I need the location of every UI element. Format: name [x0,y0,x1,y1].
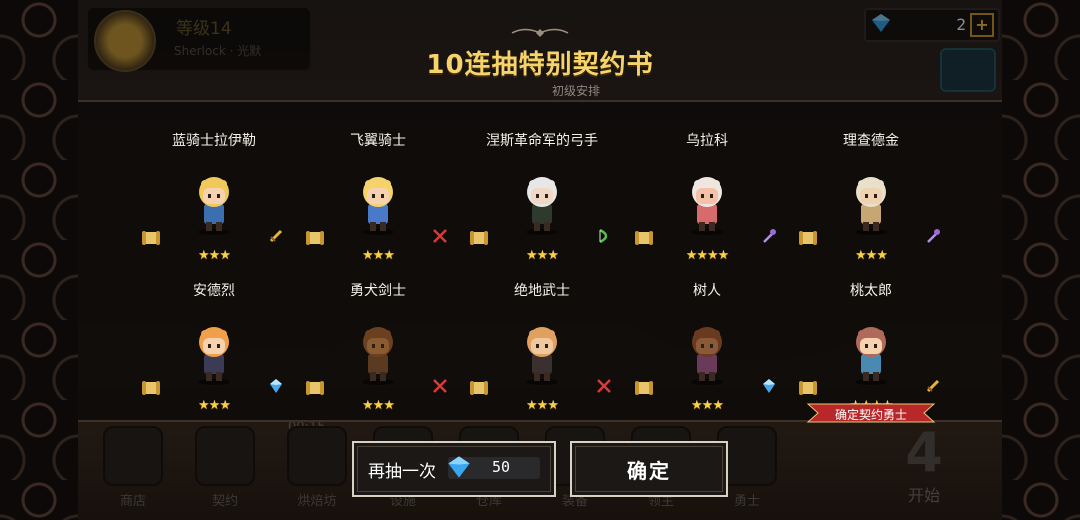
confirm-button[interactable]: 确定 [570,441,728,497]
hero-card[interactable]: 飞翼骑士 ★★★ [296,110,460,263]
hero-stars: ★★★ [198,398,231,413]
gem-icon [763,379,775,393]
hero-name: 树人 [693,283,721,299]
hero-sprite [362,177,394,235]
hero-card[interactable]: 理查德金 ★★★ [789,110,953,263]
dialog-title: 10连抽特别契约书 [426,50,654,80]
scroll-icon [470,381,488,395]
hero-card[interactable]: 蓝骑士拉伊勒 ★★★ [132,110,296,263]
crossed-swords-icon [433,229,447,243]
hero-name: 绝地武士 [514,283,570,299]
hero-sprite [198,327,230,385]
sword-icon [269,229,283,243]
hero-stars: ★★★ [526,398,559,413]
redraw-button[interactable]: 再抽一次 50 [352,441,556,497]
hero-sprite [362,327,394,385]
hero-stars: ★★★ [691,398,724,413]
hero-sprite [855,327,887,385]
diamond-icon [448,456,470,478]
crossed-swords-icon [597,379,611,393]
sword-icon [926,379,940,393]
staff-icon [763,229,776,243]
hero-stars: ★★★ [362,398,395,413]
redraw-cost: 50 [492,458,511,476]
scroll-icon [470,231,488,245]
hero-name: 桃太郎 [850,283,892,299]
bow-icon [599,228,608,244]
dialog-subtitle: 初级安排 [552,84,601,98]
hero-name: 安德烈 [193,283,235,299]
hero-card[interactable]: 绝地武士 ★★★ [460,260,624,413]
staff-icon [927,229,940,243]
scroll-icon [635,231,653,245]
scroll-icon [142,231,160,245]
hero-sprite [198,177,230,235]
hero-sprite [855,177,887,235]
hero-card[interactable]: 勇犬剑士 ★★★ [296,260,460,413]
hero-name: 涅斯革命军的弓手 [486,133,598,149]
hero-name: 勇犬剑士 [350,283,406,299]
scroll-icon [142,381,160,395]
scroll-icon [635,381,653,395]
hero-name: 乌拉科 [686,133,728,149]
hero-name: 理查德金 [843,133,899,149]
scroll-icon [799,381,817,395]
hero-results-panel: 蓝骑士拉伊勒 ★★★ 飞翼骑士 ★★★ 涅斯革命军的弓手 ★★★ 乌拉科 ★★★★ 理查德金 ★★… [78,100,1002,422]
crossed-swords-icon [433,379,447,393]
hero-sprite [526,177,558,235]
redraw-price: 50 [448,456,540,479]
gem-icon [270,379,282,393]
hero-card[interactable]: 乌拉科 ★★★★ [625,110,789,263]
hero-name: 飞翼骑士 [350,133,406,149]
redraw-label: 再抽一次 [368,462,436,482]
hero-card[interactable]: 树人 ★★★ [625,260,789,413]
confirm-hero-badge-label: 确定契约勇士 [834,408,907,422]
hero-sprite [691,177,723,235]
title-ornament-icon [511,28,569,37]
hero-sprite [691,327,723,385]
hero-card[interactable]: 涅斯革命军的弓手 ★★★ [460,110,624,263]
hero-name: 蓝骑士拉伊勒 [172,133,256,149]
scroll-icon [306,381,324,395]
confirm-label: 确定 [627,459,671,483]
scroll-icon [306,231,324,245]
scroll-icon [799,231,817,245]
hero-card[interactable]: 桃太郎★★★★ [789,260,953,413]
hero-card[interactable]: 安德烈 ★★★ [132,260,296,413]
hero-sprite [526,327,558,385]
